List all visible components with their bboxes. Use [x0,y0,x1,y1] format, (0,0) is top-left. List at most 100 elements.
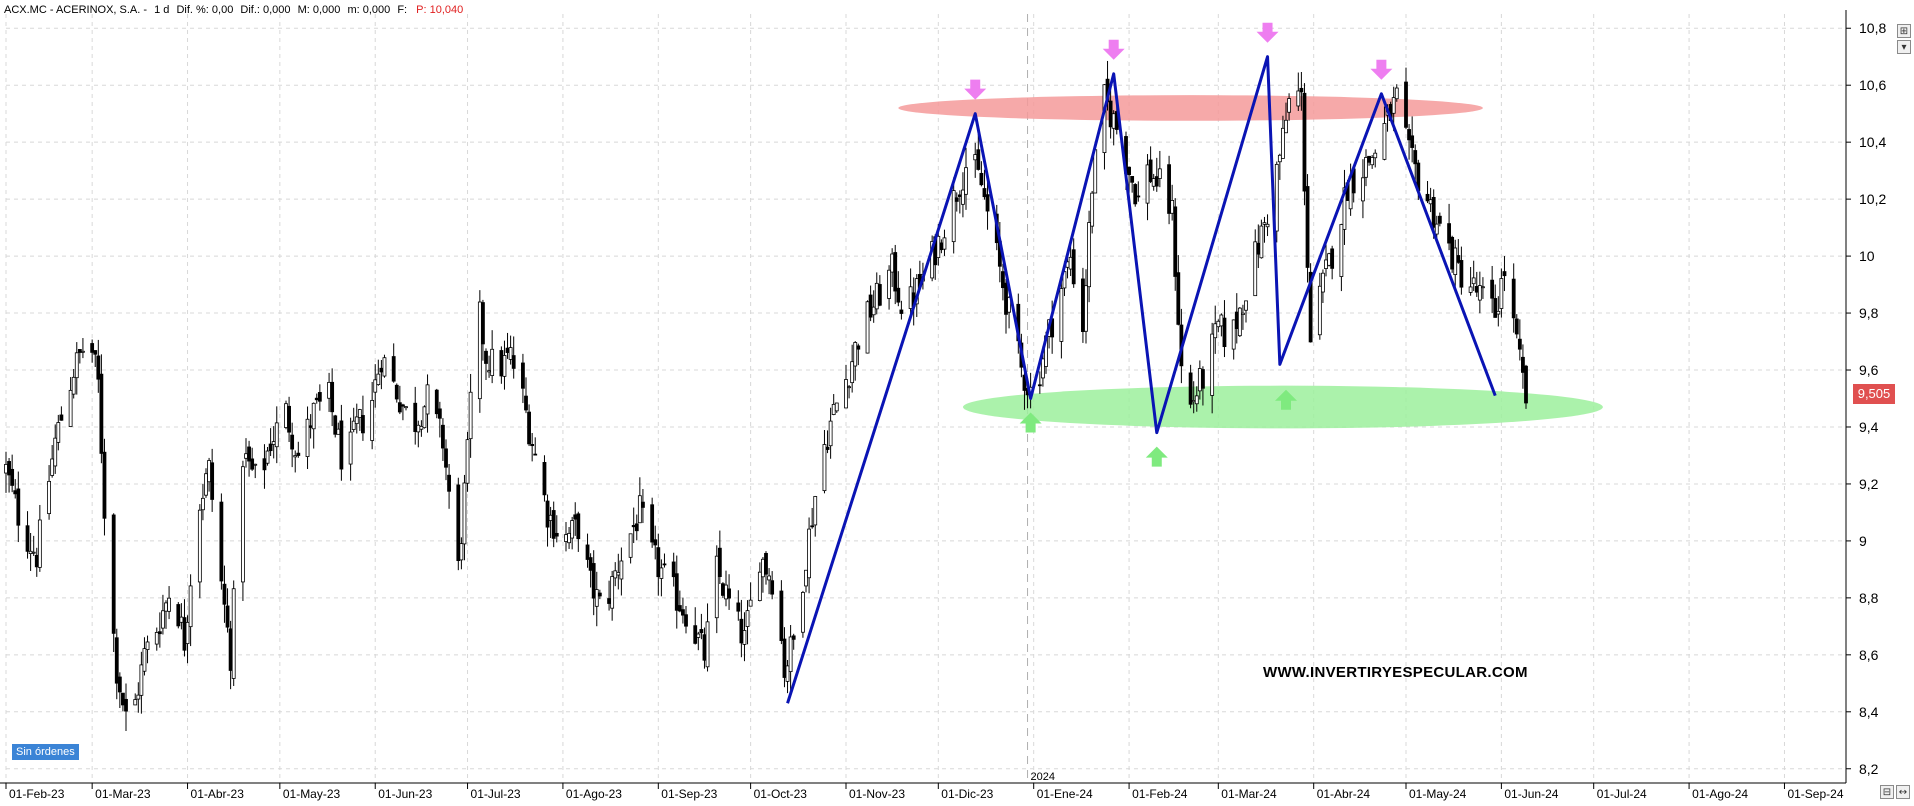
candle-body [308,425,313,428]
candle-body [201,497,205,511]
candle-body [468,391,473,440]
candle-body [37,519,42,568]
candle-body [502,355,507,377]
candle-body [1071,249,1076,285]
candle-body [865,301,870,354]
candle-body [1157,168,1162,179]
candle-body [1367,155,1371,163]
candle-body [253,463,258,466]
x-tick-label: 01-Ago-23 [566,787,622,801]
candle-body [1471,277,1476,285]
candle-body [637,495,642,524]
candle-body [1317,285,1322,336]
candle-body [348,431,353,465]
candle-body [231,588,236,679]
candle-body [499,350,504,377]
candle-body [327,381,331,399]
candle-body [314,397,319,401]
x-tick-label: 01-Feb-23 [9,787,65,801]
candle-body [401,404,405,407]
candle-body [724,584,728,600]
candle-body [31,551,36,554]
candle-body [1265,223,1270,228]
x-tick-label: 01-Ene-24 [1037,787,1093,801]
y-tick-label: 8,2 [1859,761,1879,777]
candle-body [1524,365,1528,404]
candle-body [1216,320,1221,328]
candle-body [1456,255,1461,263]
candle-body [10,468,15,486]
orders-badge[interactable]: Sin órdenes [12,744,79,760]
candle-body [161,610,165,629]
x-tick-label: 01-Dic-23 [941,787,993,801]
candle-body [1305,186,1310,268]
candle-body [265,450,270,464]
candle-body [834,402,839,412]
candle-body [1434,223,1439,235]
candle-body [413,402,418,432]
candle-body [1145,164,1150,204]
candle-body [228,628,233,671]
candle-body [1148,159,1153,182]
candle-body [893,252,898,292]
candle-body [1330,248,1335,269]
candle-body [284,403,288,428]
save-chart-icon[interactable]: ⊟ [1880,785,1894,799]
candle-body [164,602,168,612]
candle-body [1001,271,1005,289]
candle-body [136,694,141,700]
scroll-arrow-icon[interactable]: ↔ [1896,785,1910,799]
candle-body [1081,278,1085,332]
candle-body [702,634,707,661]
candle-body [1404,81,1408,128]
x-tick-label: 01-Mar-24 [1221,787,1277,801]
candle-body [524,395,528,411]
candle-body [1151,178,1156,187]
candle-body [1256,242,1261,255]
candle-body [554,532,559,537]
candle-body [1511,278,1516,319]
candle-body [219,501,224,582]
candle-body [671,561,676,578]
diff-label: Dif.: 0,000 [240,4,291,16]
candle-body [631,525,636,528]
y-tick-label: 9,4 [1859,419,1879,435]
candle-body [293,455,298,458]
candle-body [1481,286,1485,289]
candle-body [850,361,855,384]
candle-body [779,590,784,641]
candle-body [56,422,61,443]
layout-grid-icon[interactable]: ⊞ [1897,24,1911,38]
chart-area[interactable]: 8,2 8,4 8,6 8,8 9 9,2 9,4 9,6 9,8 10 10,2 10,4 10,6 1… [0,0,1914,801]
dropdown-arrow-icon[interactable]: ▾ [1897,40,1911,54]
candle-body [619,560,624,580]
candle-body [1219,314,1224,327]
x-tick-label: 01-Jun-23 [378,787,432,801]
candle-body [247,446,251,462]
candle-body [487,370,491,373]
candle-body [1296,90,1301,107]
candle-body [481,302,485,345]
candle-body [397,402,402,413]
candle-body [145,641,150,650]
watermark-text: WWW.INVERTIRYESPECULAR.COM [1263,664,1528,681]
candle-body [1090,192,1095,227]
candle-body [1176,272,1181,325]
candle-body [530,444,535,447]
candle-body [508,347,513,360]
candle-body [822,444,827,492]
candle-body [825,446,830,450]
candle-body [979,172,984,186]
x-tick-label: 01-Mar-23 [95,787,151,801]
candle-body [1453,247,1458,275]
candle-body [1084,285,1088,332]
candle-body [721,583,725,596]
bottom-arrow-icon [1145,446,1168,467]
candle-body [1373,152,1378,159]
candle-body [1068,256,1073,270]
candle-body [1361,177,1365,202]
candle-body [93,350,98,355]
candle-body [1059,288,1064,342]
last-price-badge: 9,505 [1853,384,1895,404]
candle-body [788,636,793,673]
